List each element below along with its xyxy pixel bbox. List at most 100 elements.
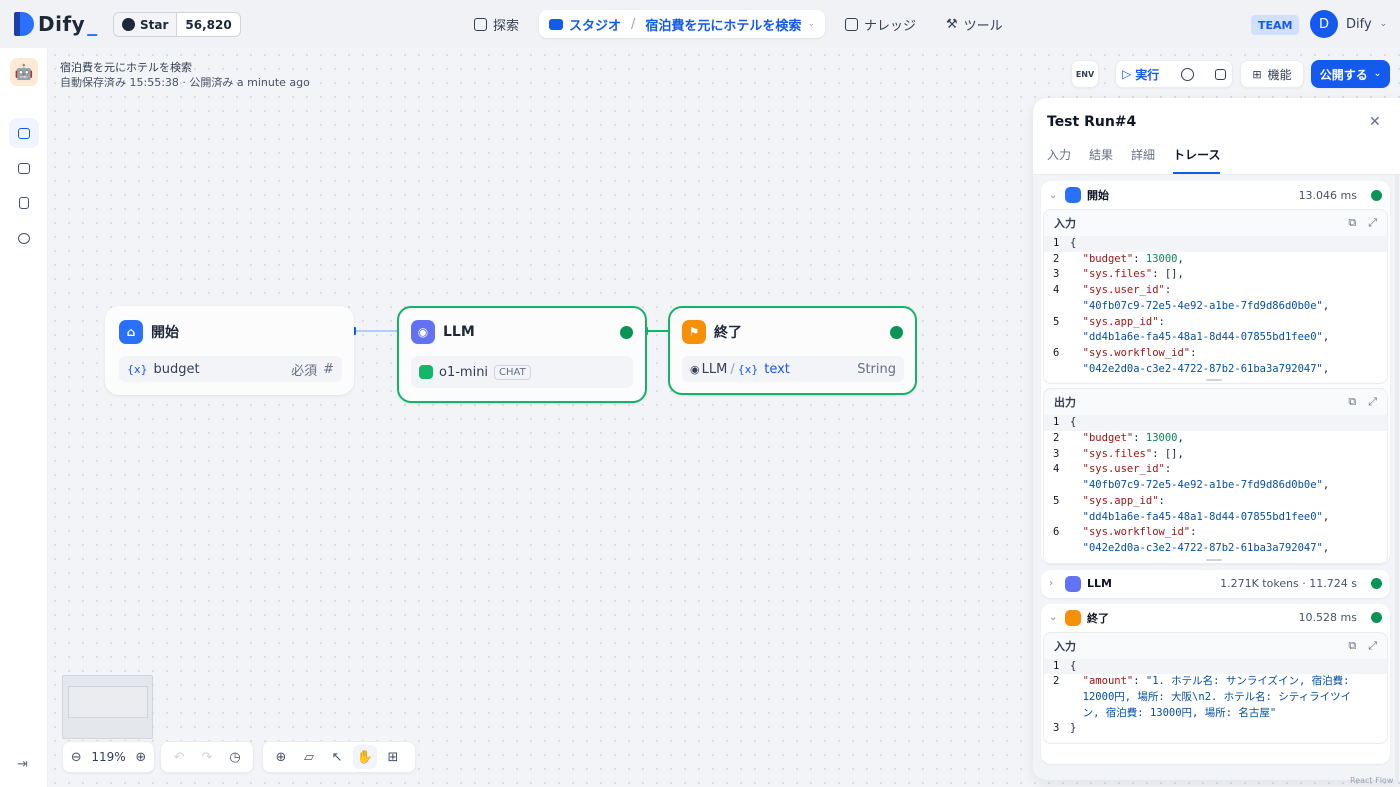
trace-step-start: ⌄ 開始 13.046 ms 入力 ⧉ ⤢ 1{2 "budget": 13000,… [1041, 181, 1390, 564]
panel-scrollbar[interactable] [1395, 175, 1399, 780]
line-number [1044, 510, 1070, 526]
pointer-icon[interactable]: ↖ [325, 745, 349, 769]
code-text: 12000円, 場所: 大阪\n2. ホテル名: シティライツイ [1082, 691, 1352, 704]
expand-icon[interactable]: ⤢ [1368, 216, 1377, 230]
code-line: 2 "budget": 13000, [1044, 431, 1387, 447]
monitoring-button[interactable] [9, 223, 39, 253]
trace-step-header[interactable]: ⌄ 開始 13.046 ms [1041, 181, 1390, 209]
redo-icon[interactable]: ↷ [195, 745, 219, 769]
nav-explore-label: 探索 [493, 18, 520, 34]
minimap[interactable] [62, 675, 153, 739]
code-text: "sys.user_id": [1082, 284, 1178, 297]
nav-knowledge[interactable]: ナレッジ [835, 10, 926, 38]
json-viewer[interactable]: 1{2 "budget": 13000, 3 "sys.files": [], 4 … [1044, 236, 1387, 384]
undo-icon[interactable]: ↶ [167, 745, 191, 769]
end-variable-row: ◉ LLM / {x} text String [682, 356, 904, 382]
code-text: "sys.app_id": [1082, 315, 1172, 328]
code-line: 4 "sys.user_id": [1044, 462, 1387, 478]
run-button[interactable]: ▷ 実行 [1122, 66, 1159, 83]
zoom-in-icon[interactable]: ⊕ [134, 745, 148, 769]
chevron-down-icon: ⌄ [1049, 189, 1058, 201]
add-node-icon[interactable]: ⊕ [269, 745, 293, 769]
code-block-label: 入力 [1054, 217, 1076, 230]
api-access-button[interactable] [9, 153, 39, 183]
line-number [1044, 690, 1070, 706]
add-note-icon[interactable]: ▱ [297, 745, 321, 769]
variable-icon: {x} [737, 362, 759, 376]
end-node[interactable]: ⚑ 終了 ◉ LLM / {x} text String [668, 306, 917, 395]
zoom-out-icon[interactable]: ⊖ [69, 745, 83, 769]
tab-result[interactable]: 結果 [1089, 146, 1113, 174]
expand-icon[interactable]: ⤢ [1368, 639, 1377, 653]
start-node-title: 開始 [151, 325, 179, 341]
code-line: "40fb07c9-72e5-4e92-a1be-7fd9d86d0b0e", [1044, 478, 1387, 494]
code-line: 3} [1044, 721, 1387, 737]
dify-logo[interactable]: Dify _ [14, 12, 97, 36]
code-text: "042e2d0a-c3e2-4722-87b2-61ba3a792047", [1082, 362, 1330, 375]
tab-trace[interactable]: トレース [1173, 146, 1221, 174]
code-text: { [1070, 416, 1077, 429]
end-node-title: 終了 [714, 325, 742, 341]
nav-explore[interactable]: 探索 [464, 10, 529, 38]
brain-icon: ◉ [690, 362, 700, 376]
success-check-icon [1371, 612, 1382, 624]
nav-app-name[interactable]: 宿泊費を元にホテルを検索 [645, 15, 801, 34]
github-icon [122, 18, 135, 31]
tab-input[interactable]: 入力 [1047, 146, 1071, 174]
code-text: "sys.files": [], [1082, 447, 1184, 460]
json-viewer[interactable]: 1{2 "budget": 13000, 3 "sys.files": [], 4 … [1044, 415, 1387, 563]
expand-icon[interactable]: ⤢ [1368, 395, 1377, 409]
code-text: "042e2d0a-c3e2-4722-87b2-61ba3a792047", [1082, 541, 1330, 554]
trace-step-time: 13.046 ms [1298, 188, 1357, 202]
collapse-sidebar-icon[interactable]: ⇥ [17, 757, 28, 772]
code-line: 6 "sys.workflow_id": [1044, 525, 1387, 541]
trace-step-title: 終了 [1087, 611, 1109, 625]
code-line: 4 "sys.user_id": [1044, 283, 1387, 299]
start-node[interactable]: ⌂ 開始 {x} budget 必須 # [105, 306, 354, 395]
line-number: 2 [1053, 432, 1060, 445]
success-check-icon [620, 326, 633, 339]
hand-icon[interactable]: ✋ [353, 745, 377, 769]
code-text: "sys.app_id": [1082, 494, 1172, 507]
organize-icon[interactable]: ⊞ [381, 745, 405, 769]
logs-button[interactable] [9, 188, 39, 218]
history-icon[interactable] [1180, 67, 1194, 81]
zoom-level[interactable]: 119% [87, 750, 129, 764]
features-button[interactable]: ⊞ 機能 [1240, 60, 1304, 88]
line-number [1044, 706, 1070, 722]
success-check-icon [1371, 189, 1382, 201]
github-star-button[interactable]: Star 56,820 [113, 12, 241, 37]
copy-icon[interactable]: ⧉ [1348, 216, 1356, 230]
app-icon[interactable]: 🤖 [10, 58, 38, 86]
version-history-icon[interactable]: ◷ [223, 745, 247, 769]
canvas-tools: ⊕ ▱ ↖ ✋ ⊞ [262, 741, 416, 773]
orchestrate-button[interactable] [9, 118, 39, 148]
copy-icon[interactable]: ⧉ [1348, 639, 1356, 653]
code-line: 12000円, 場所: 大阪\n2. ホテル名: シティライツイ [1044, 690, 1387, 706]
tab-detail[interactable]: 詳細 [1131, 146, 1155, 174]
json-viewer[interactable]: 1{2 "amount": "1. ホテル名: サンライズイン, 宿泊費: 12… [1044, 658, 1387, 744]
chevron-right-icon: › [1049, 578, 1054, 590]
success-check-icon [1371, 578, 1382, 590]
env-button[interactable]: ENV [1071, 60, 1099, 88]
trace-step-header[interactable]: ⌄ 終了 10.528 ms [1041, 604, 1390, 632]
trace-step-header[interactable]: › LLM 1.271K tokens · 11.724 s [1041, 570, 1390, 598]
brain-icon: ◉ [411, 320, 435, 344]
copy-icon[interactable]: ⧉ [1348, 395, 1356, 409]
home-icon [1065, 187, 1081, 203]
hammer-icon: ⚒ [946, 16, 958, 32]
nav-studio[interactable]: スタジオ / 宿泊費を元にホテルを検索 ⌄ [539, 10, 825, 38]
code-line: "dd4b1a6e-fa45-48a1-8d44-07855bd1fee0", [1044, 330, 1387, 346]
end-variable-name: text [764, 361, 790, 377]
avatar: D [1310, 10, 1338, 38]
user-menu[interactable]: D Dify ⌄ [1310, 10, 1387, 38]
publish-button[interactable]: 公開する ⌄ [1311, 60, 1390, 88]
reactflow-attribution[interactable]: React Flow [1350, 776, 1393, 785]
llm-node[interactable]: ◉ LLM o1-mini CHAT [397, 306, 647, 403]
trace-step-llm: › LLM 1.271K tokens · 11.724 s [1041, 569, 1390, 598]
checklist-icon[interactable] [1215, 68, 1226, 80]
nav-tools[interactable]: ⚒ ツール [936, 10, 1013, 38]
top-bar: Dify _ Star 56,820 探索 スタジオ / 宿泊費を元にホテルを検索 ⌄ … [0, 0, 1400, 48]
line-number: 3 [1053, 722, 1060, 735]
close-icon[interactable]: ✕ [1369, 114, 1381, 130]
